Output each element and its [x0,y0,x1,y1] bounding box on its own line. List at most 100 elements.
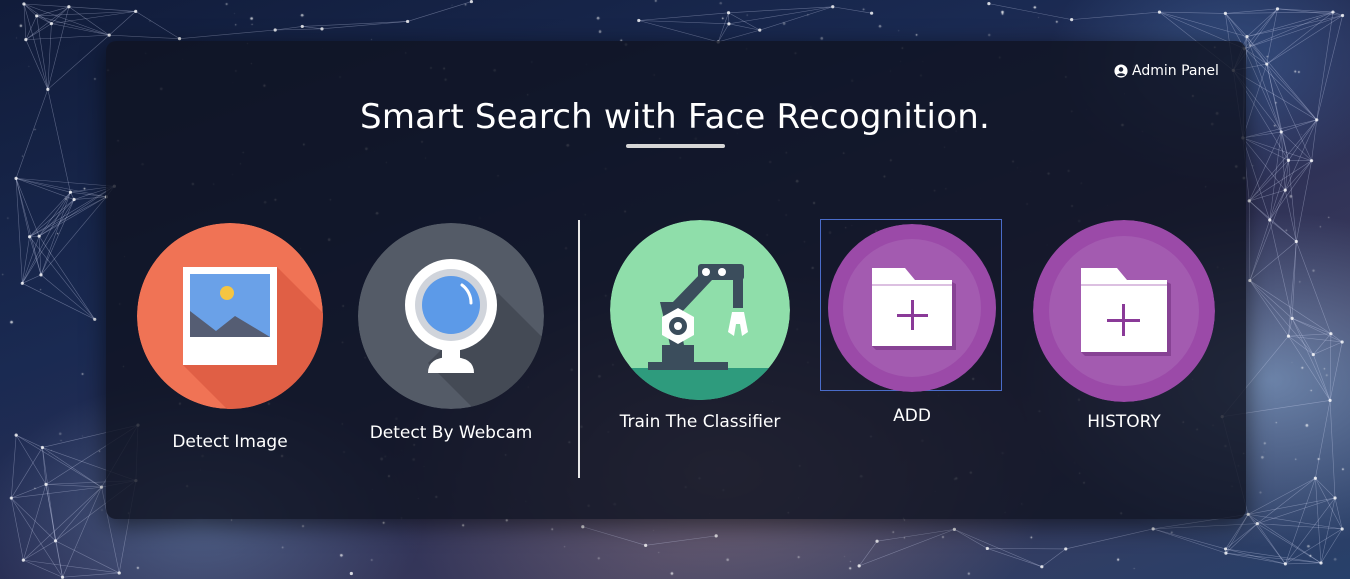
network-line [1313,341,1343,355]
network-node [406,19,410,24]
network-line [728,23,760,31]
network-line [1065,528,1154,550]
network-line [954,529,1042,567]
network-line [1244,15,1343,49]
network-node [14,176,18,180]
network-line [1153,528,1226,550]
network-line [1285,497,1336,565]
network-line [728,12,760,31]
network-line [40,274,95,320]
network-node [726,11,731,15]
network-node [831,5,835,9]
network-line [1285,562,1322,565]
network-node [21,558,25,562]
network-node [72,197,76,202]
network-node [24,38,28,42]
network-node [1328,398,1332,403]
network-node [1319,561,1323,565]
network-node [93,317,97,321]
network-node [107,33,111,37]
admin-panel-link[interactable]: Admin Panel [1114,63,1219,79]
network-line [55,486,102,542]
network-node [1265,62,1269,66]
network-line [638,20,719,43]
network-node [1286,158,1291,163]
network-line [645,535,717,546]
network-node [1040,565,1044,569]
network-line [62,572,120,578]
network-node [349,571,353,576]
network-node [1283,188,1287,192]
network-line [16,434,102,488]
network-node [987,2,991,6]
network-line [29,185,115,238]
network-line [1288,241,1297,337]
network-node [581,525,585,529]
network-node [758,28,762,32]
network-line [1329,400,1336,498]
network-line [1296,160,1312,242]
network-line [11,435,17,499]
network-line [1249,241,1297,281]
network-node [320,27,324,31]
network-node [22,2,26,6]
network-line [36,15,110,36]
network-node [1070,18,1074,22]
network-node [727,22,731,26]
network-node [1247,199,1251,203]
network-node [1245,35,1249,39]
network-line [1334,497,1343,530]
network-line [22,199,75,284]
network-line [988,3,1072,20]
detect-webcam-label: Detect By Webcam [369,423,533,443]
network-line [1329,341,1343,401]
vertical-divider [578,220,580,478]
network-line [23,486,102,561]
network-node [273,28,277,32]
network-node [117,571,121,575]
network-line [1291,318,1331,401]
network-line [1249,280,1293,319]
network-line [25,39,49,90]
history-label: HISTORY [1087,412,1161,432]
network-node [1223,11,1227,16]
network-line [1249,280,1289,337]
network-line [1246,15,1343,37]
network-node [1224,547,1228,551]
network-node [857,564,861,568]
network-line [1288,335,1314,355]
network-node [1283,562,1287,566]
network-line [1159,11,1226,14]
network-line [11,497,56,542]
network-line [47,34,110,90]
network-line [1071,11,1160,20]
network-line [1242,137,1286,191]
network-node [1294,239,1298,244]
network-line [1041,548,1066,567]
image-icon [137,223,323,409]
webcam-icon [358,223,544,409]
network-line [1269,160,1312,221]
network-node [37,234,41,238]
network-node [469,0,474,4]
network-line [1313,333,1332,355]
network-node [46,87,50,91]
network-line [62,486,102,578]
network-node [1340,340,1344,344]
admin-panel-label: Admin Panel [1132,63,1219,79]
network-line [55,540,120,574]
network-line [1225,514,1249,550]
network-line [38,235,95,320]
add-label: ADD [893,406,931,426]
network-line [1153,528,1227,554]
network-line [1296,241,1332,334]
network-line [1159,11,1248,37]
network-node [1329,332,1333,336]
network-line [47,23,52,90]
network-line [1257,497,1336,524]
network-node [1157,10,1162,14]
network-node [1331,10,1335,14]
network-line [135,11,180,39]
network-line [407,1,472,22]
network-line [109,34,180,39]
